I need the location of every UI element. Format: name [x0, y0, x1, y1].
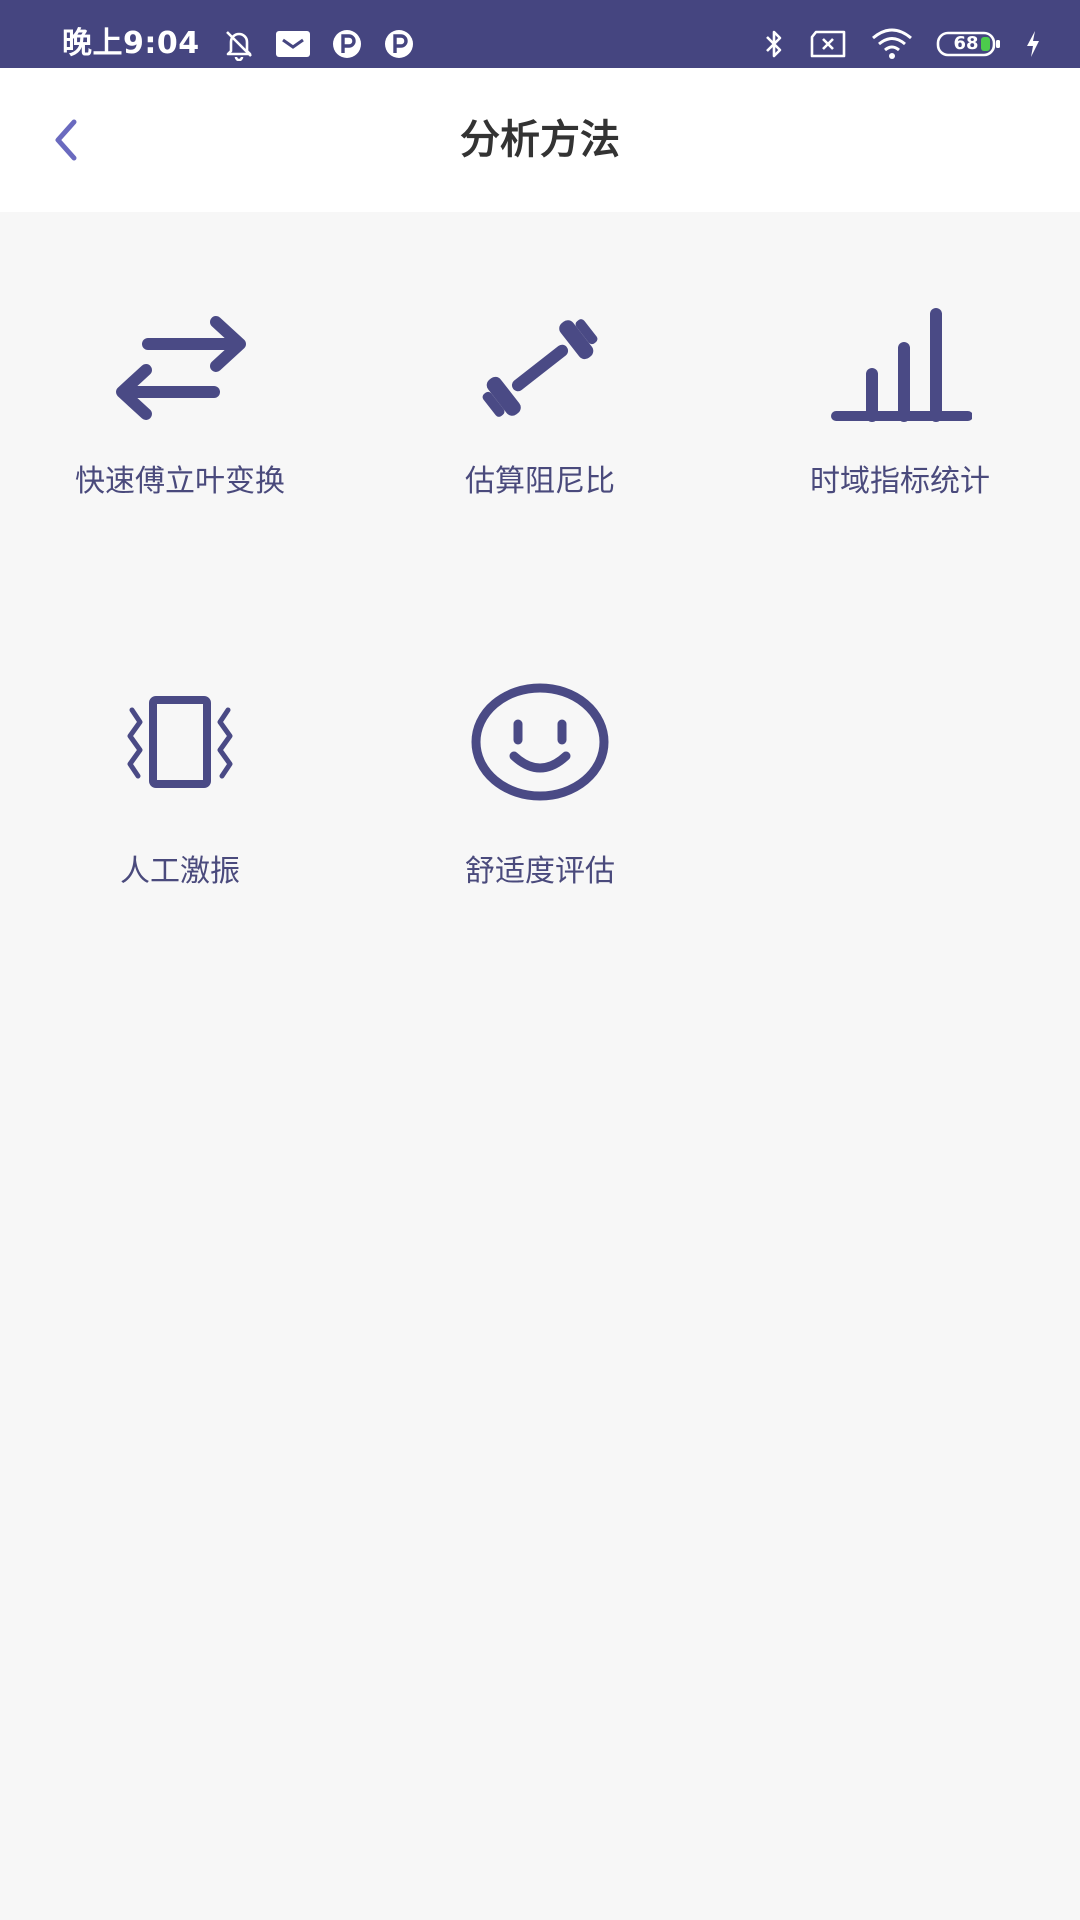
- method-comfort-evaluation[interactable]: 舒适度评估: [360, 602, 720, 972]
- app-bar: 分析方法: [0, 68, 1080, 212]
- p-app-icon: [333, 30, 361, 58]
- method-label: 估算阻尼比: [465, 464, 615, 499]
- status-bar: 晚上9:04 68: [0, 0, 1080, 68]
- status-right-icons: 68: [762, 24, 1042, 64]
- method-manual-excitation[interactable]: 人工激振: [0, 602, 360, 972]
- smiley-icon: [471, 683, 609, 801]
- page-title: 分析方法: [460, 117, 620, 163]
- battery-icon: 68: [936, 31, 1002, 57]
- dumbbell-icon: [482, 319, 598, 417]
- battery-level: 68: [953, 33, 979, 54]
- charging-icon: [1027, 31, 1039, 57]
- swap-arrows-icon: [116, 316, 246, 420]
- back-button[interactable]: [36, 104, 96, 176]
- method-label: 快速傅立叶变换: [75, 464, 285, 499]
- p-app-icon: [385, 30, 413, 58]
- method-label: 时域指标统计: [810, 464, 990, 499]
- alarm-off-icon: [226, 31, 252, 61]
- chevron-left-icon: [55, 119, 77, 161]
- method-damping-ratio[interactable]: 估算阻尼比: [360, 212, 720, 582]
- vibrate-icon: [127, 696, 233, 788]
- no-sim-icon: [810, 30, 846, 58]
- bar-chart-icon: [831, 308, 972, 422]
- bluetooth-icon: [766, 30, 782, 58]
- method-label: 人工激振: [120, 854, 240, 889]
- method-time-domain-stats[interactable]: 时域指标统计: [720, 212, 1080, 582]
- status-time: 晚上9:04: [62, 26, 200, 61]
- method-fft[interactable]: 快速傅立叶变换: [0, 212, 360, 582]
- mail-icon: [276, 31, 310, 57]
- method-label: 舒适度评估: [465, 854, 615, 889]
- wifi-icon: [872, 28, 912, 59]
- status-left-icons: [222, 24, 416, 64]
